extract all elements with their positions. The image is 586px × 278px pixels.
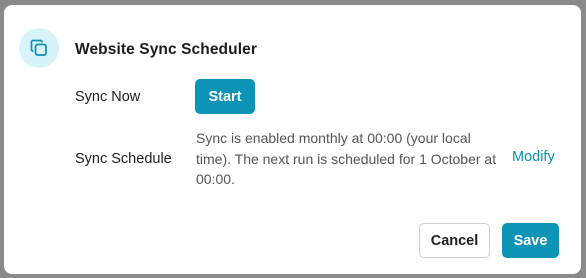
dialog-title: Website Sync Scheduler: [75, 41, 257, 58]
sync-now-label: Sync Now: [75, 89, 141, 105]
sync-scheduler-dialog: Website Sync Scheduler Sync Now Start Sy…: [4, 5, 581, 274]
schedule-description: Sync is enabled monthly at 00:00 (your l…: [196, 130, 497, 187]
sync-schedule-label: Sync Schedule: [75, 151, 172, 167]
cancel-button[interactable]: Cancel: [419, 223, 490, 258]
modify-link[interactable]: Modify: [512, 149, 555, 165]
save-button[interactable]: Save: [502, 223, 559, 258]
copy-icon: [29, 38, 49, 58]
header-icon-badge: [19, 28, 59, 68]
start-button[interactable]: Start: [195, 79, 255, 114]
